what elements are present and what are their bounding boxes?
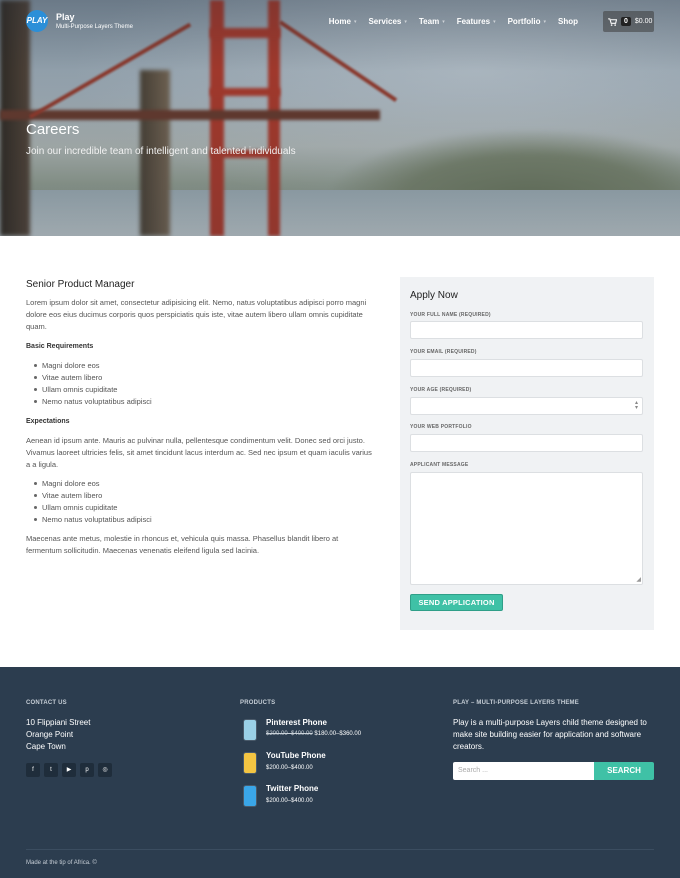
facebook-icon[interactable]: f (26, 763, 40, 777)
site-title[interactable]: Play (56, 12, 75, 22)
list-item: Ullam omnis cupiditate (34, 384, 152, 396)
address-line: 10 Flippiani Street (26, 718, 91, 727)
chevron-down-icon: ▾ (353, 18, 357, 25)
address-line: Orange Point (26, 730, 74, 739)
nav-item-label: Team (418, 17, 440, 26)
requirements-list: Magni dolore eos Vitae autem libero Ulla… (34, 360, 152, 408)
hero-overlay (0, 0, 680, 236)
nav-item-label: Services (368, 17, 402, 26)
cart-count: 0 (621, 17, 631, 26)
portfolio-field[interactable] (410, 434, 643, 452)
phone-thumbnail[interactable] (243, 752, 257, 774)
requirements-heading: Basic Requirements (26, 343, 94, 350)
nav-item-team[interactable]: Team ▾ (419, 17, 457, 26)
site-tagline: Multi-Purpose Layers Theme (56, 24, 133, 30)
main-nav: Home ▾ Services ▾ Team ▾ Features ▾ Portfoli… (329, 17, 590, 26)
cart-total: $0.00 (634, 18, 653, 25)
chevron-down-icon: ▾ (493, 18, 496, 25)
search-input[interactable]: Search ... (453, 762, 594, 780)
list-item: Ullam omnis cupiditate (34, 502, 152, 514)
cart-icon (608, 17, 617, 26)
product-price: $200.00–$400.00 (266, 765, 313, 771)
nav-item-label: Portfolio (507, 17, 541, 26)
list-item: Magni dolore eos (34, 360, 152, 372)
copyright: Made at the tip of Africa. © (26, 860, 97, 866)
dribbble-icon[interactable]: ◎ (98, 763, 112, 777)
youtube-icon[interactable]: ▶ (62, 763, 76, 777)
product-sale-price: $180.00–$360.00 (314, 731, 362, 737)
list-item: Vitae autem libero (34, 490, 152, 502)
cart-button[interactable]: 0 $0.00 (603, 11, 654, 32)
product-price: $200.00–$400.00 (266, 798, 313, 804)
about-heading: PLAY – MULTI-PURPOSE LAYERS THEME (453, 700, 579, 706)
nav-item-portfolio[interactable]: Portfolio ▾ (508, 17, 558, 26)
email-field[interactable] (410, 359, 643, 377)
list-item: Vitae autem libero (34, 372, 152, 384)
pinterest-icon[interactable]: p (80, 763, 94, 777)
nav-item-home[interactable]: Home ▾ (329, 17, 369, 26)
page-title: Careers (26, 121, 80, 138)
expectations-list: Magni dolore eos Vitae autem libero Ulla… (34, 478, 152, 526)
products-heading: PRODUCTS (240, 700, 276, 706)
message-label: APPLICANT MESSAGE (410, 462, 469, 468)
about-text: Play is a multi-purpose Layers child the… (453, 718, 647, 751)
nav-item-label: Home (328, 17, 351, 26)
logo-icon[interactable]: PLAY (26, 10, 48, 32)
nav-item-shop[interactable]: Shop (558, 17, 590, 26)
address-line: Cape Town (26, 742, 66, 751)
chevron-down-icon: ▾ (543, 18, 546, 25)
page-subtitle: Join our incredible team of intelligent … (26, 146, 296, 157)
expectations-heading: Expectations (26, 418, 70, 425)
email-label: YOUR EMAIL (REQUIRED) (410, 349, 477, 355)
apply-title: Apply Now (410, 290, 458, 301)
job-title: Senior Product Manager (26, 279, 135, 290)
nav-item-services[interactable]: Services ▾ (368, 17, 418, 26)
nav-item-features[interactable]: Features ▾ (457, 17, 508, 26)
number-spinner-icon[interactable]: ▴ ▾ (635, 400, 638, 411)
list-item: Nemo natus voluptatibus adipisci (34, 396, 152, 408)
search-button[interactable]: SEARCH (594, 762, 654, 780)
job-closing: Maecenas ante metus, molestie in rhoncus… (26, 534, 339, 555)
list-item: Nemo natus voluptatibus adipisci (34, 514, 152, 526)
chevron-down-icon: ▾ (442, 18, 445, 25)
job-intro: Lorem ipsum dolor sit amet, consectetur … (26, 298, 367, 331)
contact-heading: CONTACT US (26, 700, 67, 706)
product-name[interactable]: YouTube Phone (266, 751, 326, 760)
phone-thumbnail[interactable] (243, 785, 257, 807)
send-application-button[interactable]: SEND APPLICATION (410, 594, 503, 611)
footer-divider (26, 849, 654, 850)
nav-item-label: Shop (558, 17, 578, 26)
product-name[interactable]: Twitter Phone (266, 784, 318, 793)
hero-banner (0, 0, 680, 236)
product-price: $200.00–$400.00 $180.00–$360.00 (266, 731, 361, 737)
message-textarea[interactable]: ◢ (410, 472, 643, 585)
portfolio-label: YOUR WEB PORTFOLIO (410, 424, 472, 430)
twitter-icon[interactable]: t (44, 763, 58, 777)
product-old-price: $200.00–$400.00 (266, 731, 313, 737)
full-name-label: YOUR FULL NAME (REQUIRED) (410, 312, 491, 318)
age-label: YOUR AGE (REQUIRED) (410, 387, 472, 393)
resize-handle-icon[interactable]: ◢ (636, 576, 641, 583)
address-block: 10 Flippiani Street Orange Point Cape To… (26, 717, 90, 753)
expectations-text: Aenean id ipsum ante. Mauris ac pulvinar… (26, 436, 372, 469)
product-name[interactable]: Pinterest Phone (266, 718, 327, 727)
list-item: Magni dolore eos (34, 478, 152, 490)
full-name-field[interactable] (410, 321, 643, 339)
age-field[interactable]: ▴ ▾ (410, 397, 643, 415)
nav-item-label: Features (456, 17, 491, 26)
chevron-down-icon: ▾ (404, 18, 407, 25)
phone-thumbnail[interactable] (243, 719, 257, 741)
